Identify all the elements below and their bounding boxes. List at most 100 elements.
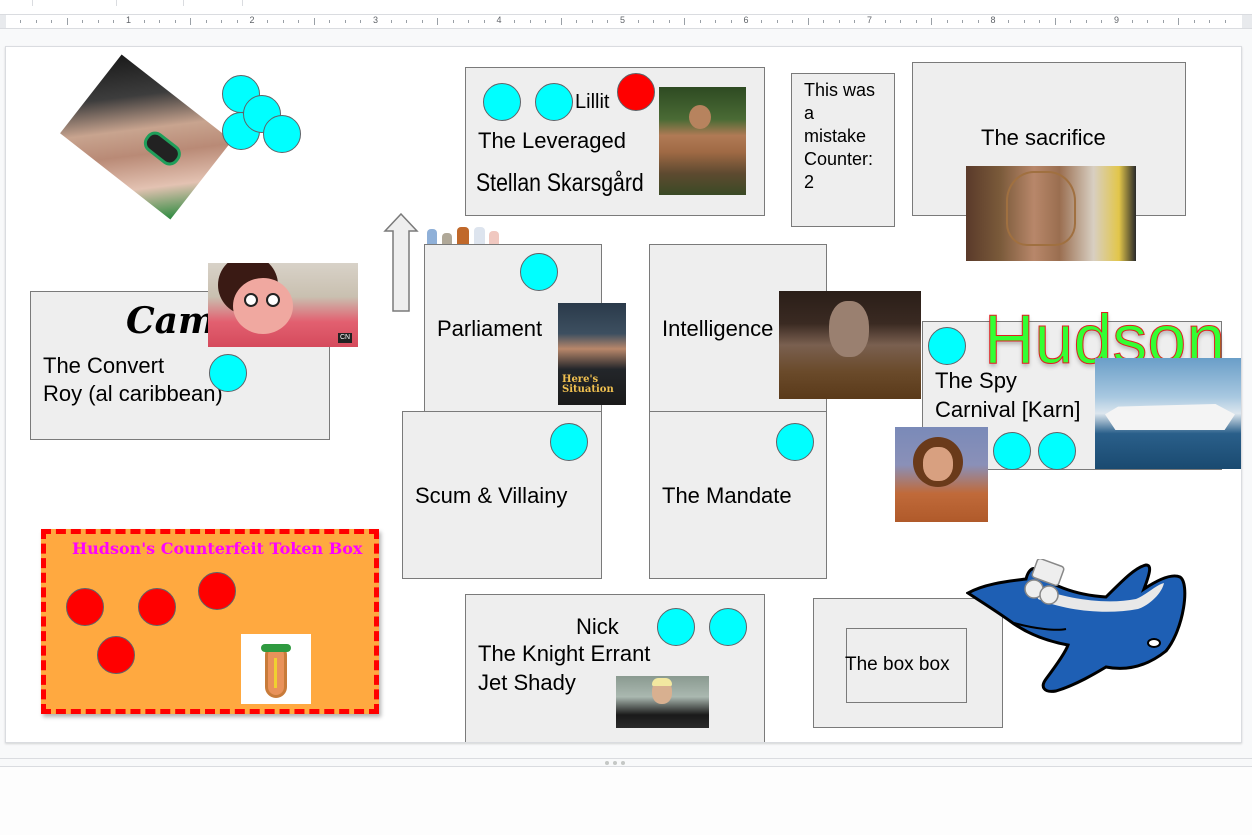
grip-dot (621, 761, 625, 765)
token-cyan[interactable] (776, 423, 814, 461)
smoking-person-photo[interactable] (60, 54, 232, 220)
sunglasses-icon (139, 127, 185, 170)
mistake-counter-value: 2 (804, 172, 815, 192)
toolbar-separator (116, 0, 117, 6)
ruler-tick (637, 20, 639, 23)
ruler-tick (421, 20, 423, 23)
token-red[interactable] (617, 73, 655, 111)
ruler-tick (143, 20, 145, 23)
ruler-tick (313, 18, 315, 25)
ruler-tick (684, 18, 686, 25)
speaker-notes-resize-handle[interactable] (0, 758, 1252, 767)
ruler-tick (715, 20, 717, 23)
ruler-tick (884, 20, 886, 23)
ruler-tick (437, 18, 439, 25)
token-red[interactable] (66, 588, 104, 626)
ruler-tick (1054, 18, 1056, 25)
ruler-number: 2 (249, 15, 255, 25)
player-name: Nick (576, 614, 619, 639)
toolbar-strip (0, 0, 1252, 14)
eminem-photo[interactable] (616, 676, 709, 728)
steven-universe-image[interactable]: CN (208, 263, 358, 347)
character-name: Jet Shady (478, 670, 576, 695)
toolbar-separator (242, 0, 243, 6)
token-cyan[interactable] (928, 327, 966, 365)
ruler-tick (653, 20, 655, 23)
ruler-tick (82, 20, 84, 23)
ruler-tick (483, 20, 485, 23)
ruler-tick (236, 20, 238, 23)
ruler-tick (807, 18, 809, 25)
character-name: Carnival [Karn] (935, 397, 1081, 422)
ruler-tick (390, 20, 392, 23)
cn-logo-icon: CN (338, 333, 352, 343)
box-box-label: The box box (845, 654, 950, 675)
ruler-tick (607, 20, 609, 23)
tarzan-photo[interactable] (659, 87, 746, 195)
ruler-right-margin (1242, 15, 1252, 28)
intelligence-label: Intelligence (662, 316, 774, 341)
ruler-tick (915, 20, 917, 23)
ruler-tick (946, 20, 948, 23)
ruler-tick (66, 18, 68, 25)
doug-henning-photo[interactable] (895, 427, 988, 522)
character-name: Stellan Skarsgård (476, 169, 644, 197)
ruler-tick (174, 20, 176, 23)
bee-cage-photo[interactable] (966, 166, 1136, 261)
ruler-tick (931, 18, 933, 25)
ruler-tick (838, 20, 840, 23)
cruise-ship-photo[interactable] (1095, 358, 1241, 469)
token-cyan[interactable] (263, 115, 301, 153)
faction-label: The Leveraged (478, 128, 626, 153)
ruler-tick (190, 18, 192, 25)
token-cyan[interactable] (709, 608, 747, 646)
ruler-tick (329, 20, 331, 23)
ruler-number: 7 (866, 15, 873, 25)
token-cyan[interactable] (483, 83, 521, 121)
toolbar-separator (183, 0, 184, 6)
token-cyan[interactable] (209, 354, 247, 392)
ruler-tick (298, 20, 300, 23)
ruler-tick (51, 20, 53, 23)
token-red[interactable] (138, 588, 176, 626)
sacrifice-label: The sacrifice (981, 125, 1106, 150)
toolbar-separator (32, 0, 33, 6)
mistake-line: a (804, 103, 815, 123)
token-red[interactable] (97, 636, 135, 674)
ruler-number: 9 (1113, 15, 1120, 25)
ruler-tick (1085, 20, 1087, 23)
ruler-tick (360, 20, 362, 23)
parliament-label: Parliament (437, 316, 543, 341)
ruler-tick (977, 20, 979, 23)
up-arrow-icon[interactable] (383, 213, 419, 313)
ruler-number: 5 (619, 15, 626, 25)
token-cyan[interactable] (993, 432, 1031, 470)
ruler-tick (35, 20, 37, 23)
ruler-tick (576, 20, 578, 23)
ruler-tick (205, 20, 207, 23)
blue-cartoon-airplane[interactable] (966, 559, 1191, 699)
token-cyan[interactable] (520, 253, 558, 291)
ruler-tick (1039, 20, 1041, 23)
dancing-hotdog-image[interactable] (241, 634, 311, 704)
heres-the-situation-book-cover[interactable]: Here's Situation (558, 303, 626, 405)
ruler-tick (776, 20, 778, 23)
ruler-tick (1101, 20, 1103, 23)
faction-label: The Convert (43, 353, 165, 378)
mistake-counter-text: This was a mistake Counter: 2 (804, 79, 875, 194)
token-cyan[interactable] (1038, 432, 1076, 470)
ruler-tick (452, 20, 454, 23)
token-cyan[interactable] (550, 423, 588, 461)
token-red[interactable] (198, 572, 236, 610)
ruler-tick (1178, 18, 1180, 25)
ruler-left-margin (0, 15, 6, 28)
garak-photo[interactable] (779, 291, 921, 399)
token-cyan[interactable] (657, 608, 695, 646)
player-name: Lillit (575, 91, 610, 113)
slide[interactable]: Lillit The Leveraged Stellan Skarsgård T… (5, 46, 1242, 743)
ruler-tick (1008, 20, 1010, 23)
horizontal-ruler[interactable]: 1 2 3 4 5 6 7 8 9 (0, 14, 1252, 29)
token-cyan[interactable] (535, 83, 573, 121)
speaker-notes-area[interactable] (0, 767, 1252, 835)
ruler-tick (1224, 20, 1226, 23)
